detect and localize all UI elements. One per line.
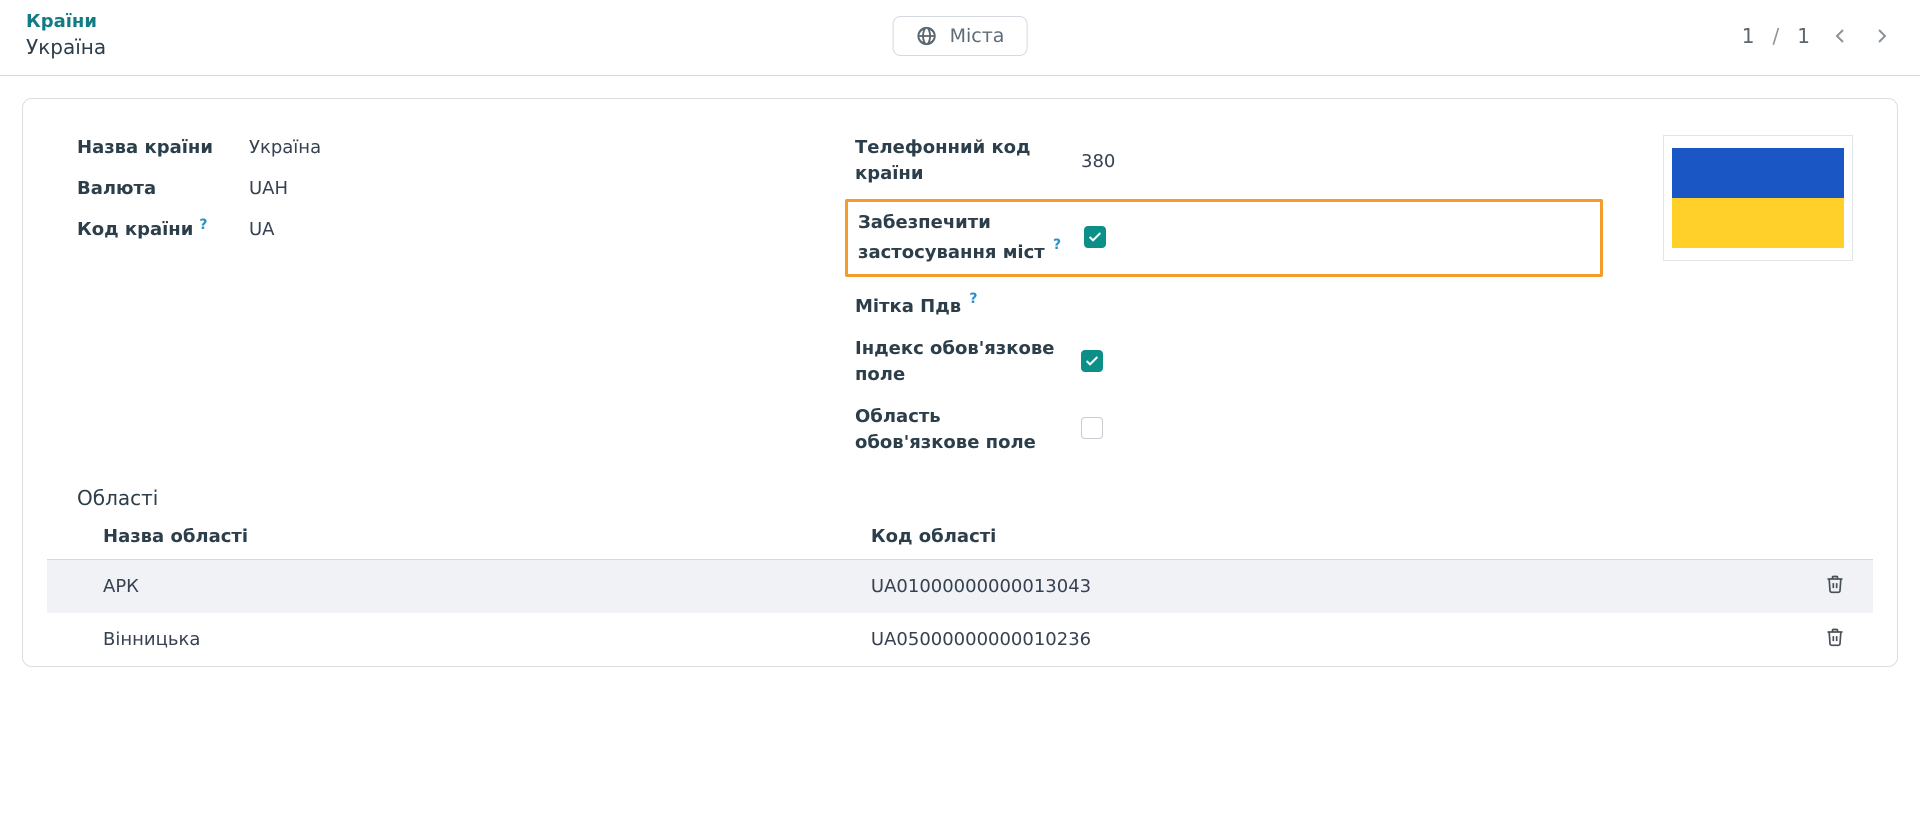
flag-container: [1663, 127, 1873, 261]
flag-stripe-blue: [1672, 148, 1844, 198]
checkbox-state-required[interactable]: [1081, 417, 1103, 439]
checkbox-zip-required[interactable]: [1081, 350, 1103, 372]
label-currency: Валюта: [77, 178, 227, 199]
cities-button-label: Міста: [950, 25, 1005, 47]
col-region-code[interactable]: Код області: [871, 514, 1769, 560]
region-code: UA01000000000013043: [871, 560, 1769, 614]
highlight-enforce-cities: Забезпечити застосування міст ?: [845, 199, 1603, 276]
help-icon[interactable]: ?: [199, 217, 207, 233]
country-flag[interactable]: [1663, 135, 1853, 261]
help-icon[interactable]: ?: [969, 291, 977, 307]
cities-button[interactable]: Міста: [893, 16, 1028, 56]
pager-prev-icon[interactable]: [1828, 24, 1852, 48]
regions-table: Назва області Код області АРК UA01000000…: [47, 514, 1873, 666]
pager-total: 1: [1797, 24, 1810, 48]
value-country-code: UA: [249, 219, 795, 240]
value-country-name: Україна: [249, 137, 795, 158]
flag-stripe-yellow: [1672, 198, 1844, 248]
topbar: Країни Україна Міста 1 / 1: [0, 0, 1920, 76]
trash-icon[interactable]: [1825, 627, 1845, 647]
label-enforce-cities: Забезпечити застосування міст ?: [858, 210, 1068, 265]
label-country-name: Назва країни: [77, 137, 227, 158]
regions-title: Області: [77, 486, 1873, 510]
form-right-column: Телефонний код країни 380 Забезпечити за…: [855, 127, 1603, 464]
label-country-code: Код країни?: [77, 219, 227, 240]
help-icon[interactable]: ?: [1053, 237, 1061, 253]
form-panel: Назва країни Україна Валюта UAH Код краї…: [22, 98, 1898, 667]
value-currency: UAH: [249, 178, 795, 199]
table-row[interactable]: АРК UA01000000000013043: [47, 560, 1873, 614]
pager: 1 / 1: [1742, 24, 1894, 48]
region-name: АРК: [47, 560, 871, 614]
region-code: UA05000000000010236: [871, 613, 1769, 666]
label-state-required: Область обов'язкове поле: [855, 404, 1065, 456]
breadcrumb: Країни Україна: [26, 10, 106, 61]
label-zip-required: Індекс обов'язкове поле: [855, 336, 1065, 388]
pager-next-icon[interactable]: [1870, 24, 1894, 48]
form-left-column: Назва країни Україна Валюта UAH Код краї…: [47, 127, 795, 250]
table-row[interactable]: Вінницька UA05000000000010236: [47, 613, 1873, 666]
pager-separator: /: [1773, 24, 1780, 48]
globe-icon: [916, 25, 938, 47]
label-vat: Мітка Пдв ?: [855, 291, 1065, 320]
breadcrumb-parent-link[interactable]: Країни: [26, 10, 106, 34]
col-region-name[interactable]: Назва області: [47, 514, 871, 560]
label-phone-code: Телефонний код країни: [855, 135, 1065, 187]
pager-current: 1: [1742, 24, 1755, 48]
trash-icon[interactable]: [1825, 574, 1845, 594]
value-phone-code: 380: [1081, 151, 1141, 172]
checkbox-enforce-cities[interactable]: [1084, 226, 1106, 248]
breadcrumb-current: Україна: [26, 34, 106, 61]
region-name: Вінницька: [47, 613, 871, 666]
